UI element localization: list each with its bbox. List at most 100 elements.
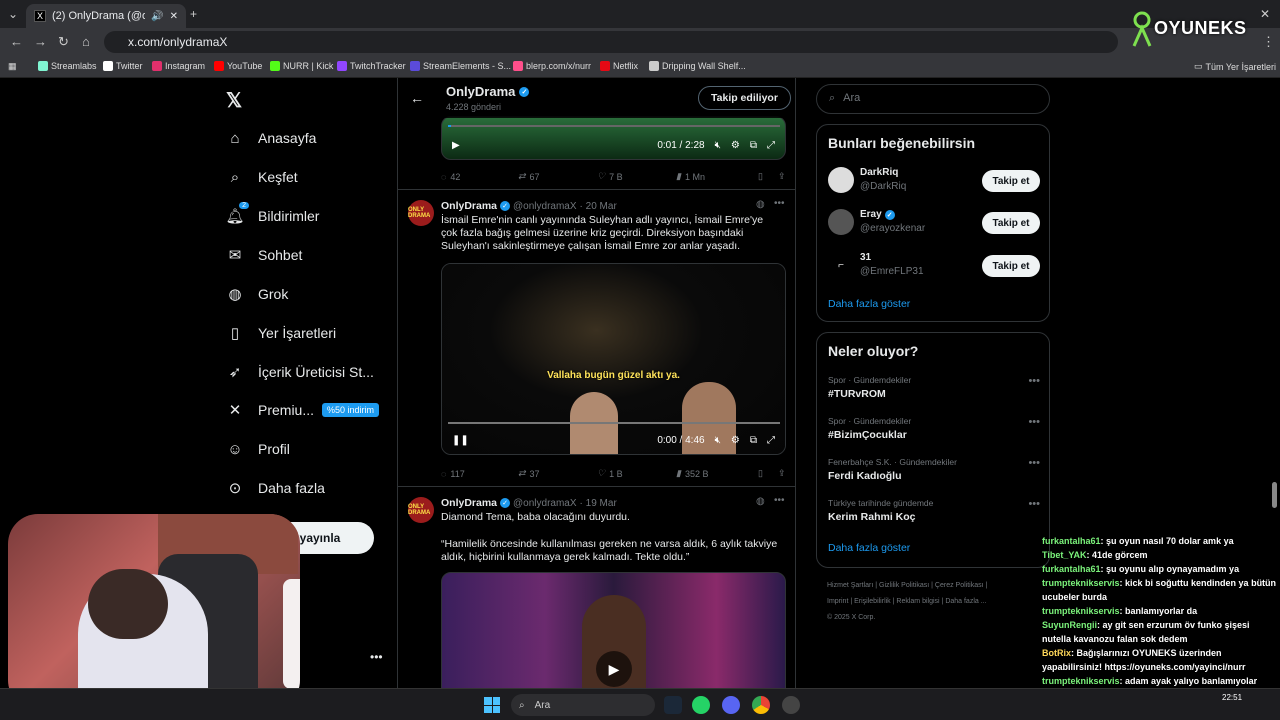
footer-link[interactable]: Imprint [827, 598, 848, 605]
trend-more-icon[interactable]: ••• [1028, 498, 1040, 510]
tab-search-icon[interactable]: ⌄ [8, 7, 18, 21]
pip-icon[interactable]: ⧉ [750, 435, 757, 446]
bookmark-wall-shelf[interactable]: Dripping Wall Shelf... [649, 61, 746, 71]
bookmark-twitchtracker[interactable]: TwitchTracker [337, 61, 406, 71]
obs-icon[interactable] [782, 696, 800, 714]
trend-item[interactable]: Türkiye tarihinde gündemde Kerim Rahmi K… [828, 498, 1040, 523]
nav-bookmarks[interactable]: ▯ Yer İşaretleri [226, 324, 336, 342]
reload-icon[interactable]: ↻ [58, 34, 69, 50]
x-logo-icon[interactable]: 𝕏 [226, 88, 242, 113]
video-progress-track[interactable] [448, 422, 780, 424]
bookmark-netflix[interactable]: Netflix [600, 61, 638, 71]
nav-messages[interactable]: ✉ Sohbet [226, 246, 303, 264]
video-progress-track[interactable] [448, 125, 780, 127]
reply-button[interactable]: ◌ 42 [441, 171, 518, 182]
avatar[interactable]: ONLY DRAMA [408, 497, 434, 523]
chrome-icon[interactable] [752, 696, 770, 714]
suggested-user[interactable]: DarkRiq @DarkRiq Takip et [828, 167, 1040, 197]
video-player[interactable]: Vallaha bugün güzel aktı ya. ❚❚ 0:00 / 4… [441, 263, 786, 455]
video-player[interactable]: ▶ 0:01 / 2:28 🔇︎ ⚙ ⧉ ⤢ [441, 116, 786, 160]
browser-tab[interactable]: X (2) OnlyDrama (@onlydram 🔊 ✕ [26, 4, 186, 28]
pause-icon[interactable]: ❚❚ [452, 435, 469, 446]
tweet-date[interactable]: · 20 Mar [580, 201, 617, 212]
bookmark-streamelements[interactable]: StreamElements - S... [410, 61, 511, 71]
suggested-user[interactable]: Eray ✓ @erayozkenar Takip et [828, 209, 1040, 239]
like-button[interactable]: ♡ 1 B [597, 468, 676, 479]
following-button[interactable]: Takip ediliyor [698, 86, 791, 110]
search-input[interactable]: ⌕ Ara [816, 84, 1050, 114]
nav-more[interactable]: ⊙ Daha fazla [226, 479, 325, 497]
repost-button[interactable]: ⇄ 37 [518, 468, 597, 479]
bookmark-tweet-icon[interactable]: ▯ [758, 171, 778, 182]
like-button[interactable]: ♡ 7 B [597, 171, 676, 182]
mute-icon[interactable]: 🔇︎ [715, 140, 721, 151]
fullscreen-icon[interactable]: ⤢ [767, 435, 775, 446]
account-more-icon[interactable]: ••• [370, 650, 383, 664]
follow-button[interactable]: Takip et [982, 170, 1040, 192]
bookmark-kick[interactable]: NURR | Kick [270, 61, 333, 71]
grok-tweet-icon[interactable]: ◍ [756, 496, 765, 507]
bookmark-instagram[interactable]: Instagram [152, 61, 205, 71]
steam-icon[interactable] [664, 696, 682, 714]
nav-creator-studio[interactable]: ➶ İçerik Üreticisi St... [226, 363, 374, 381]
share-icon[interactable]: ⇪ [778, 468, 786, 479]
avatar[interactable] [828, 167, 854, 193]
follow-button[interactable]: Takip et [982, 212, 1040, 234]
reply-button[interactable]: ◌ 117 [441, 468, 518, 479]
tweet-author[interactable]: OnlyDrama [441, 497, 497, 509]
trend-item[interactable]: Spor · Gündemdekiler #BizimÇocuklar ••• [828, 416, 1040, 441]
trend-more-icon[interactable]: ••• [1028, 457, 1040, 469]
bookmark-twitter[interactable]: Twitter [103, 61, 143, 71]
play-icon[interactable]: ▶ [452, 140, 460, 151]
trend-more-icon[interactable]: ••• [1028, 375, 1040, 387]
tweet-date[interactable]: · 19 Mar [580, 498, 617, 509]
tab-audio-icon[interactable]: 🔊 [151, 11, 163, 22]
bookmark-blerp[interactable]: blerp.com/x/nurr [513, 61, 591, 71]
back-icon[interactable]: ← [10, 34, 23, 49]
all-bookmarks[interactable]: ▭ Tüm Yer İşaretleri [1194, 61, 1276, 72]
suggested-user[interactable]: ⌐ 31 @EmreFLP31 Takip et [828, 252, 1040, 282]
bookmark-streamlabs[interactable]: Streamlabs [38, 61, 97, 71]
play-overlay-icon[interactable]: ▶ [596, 651, 632, 687]
nav-profile[interactable]: ☺ Profil [226, 440, 290, 458]
tweet-handle[interactable]: @onlydramaX [513, 498, 577, 509]
mute-icon[interactable]: 🔇︎ [715, 435, 721, 446]
footer-link[interactable]: Daha fazla ... [945, 598, 986, 605]
trend-more-icon[interactable]: ••• [1028, 416, 1040, 428]
tweet-more-icon[interactable]: ••• [774, 495, 785, 506]
tweet-more-icon[interactable]: ••• [774, 198, 785, 209]
nav-explore[interactable]: ⌕ Keşfet [226, 168, 298, 186]
whatsapp-icon[interactable] [692, 696, 710, 714]
pip-icon[interactable]: ⧉ [750, 140, 757, 151]
settings-icon[interactable]: ⚙ [731, 140, 740, 151]
url-input[interactable]: x.com/onlydramaX [104, 31, 1118, 53]
follow-button[interactable]: Takip et [982, 255, 1040, 277]
views-button[interactable]: ▮ 352 B [676, 468, 758, 479]
nav-home[interactable]: ⌂ Anasayfa [226, 129, 316, 147]
fullscreen-icon[interactable]: ⤢ [767, 140, 775, 151]
page-scrollbar[interactable] [1272, 482, 1277, 508]
tweet-author[interactable]: OnlyDrama [441, 200, 497, 212]
views-button[interactable]: ▮ 1 Mn [676, 171, 758, 182]
apps-grid-icon[interactable]: ▦ [8, 61, 17, 72]
avatar[interactable]: ONLY DRAMA [408, 200, 434, 226]
nav-premium[interactable]: ✕ Premiu... %50 indirim [226, 401, 380, 419]
share-icon[interactable]: ⇪ [778, 171, 786, 182]
footer-link[interactable]: Erişilebilirlik [854, 598, 891, 605]
discord-icon[interactable] [722, 696, 740, 714]
show-more-link[interactable]: Daha fazla göster [828, 542, 910, 554]
tweet[interactable]: ONLY DRAMA OnlyDrama ✓ @onlydramaX · 20 … [398, 190, 795, 487]
footer-link[interactable]: Hizmet Şartları [827, 582, 873, 589]
footer-link[interactable]: Gizlilik Politikası [879, 582, 929, 589]
avatar[interactable]: ⌐ [828, 252, 854, 278]
clock[interactable]: 22:51 [1222, 693, 1242, 702]
footer-link[interactable]: Reklam bilgisi [896, 598, 939, 605]
bookmark-youtube[interactable]: YouTube [214, 61, 262, 71]
show-more-link[interactable]: Daha fazla göster [828, 298, 910, 310]
avatar[interactable] [828, 209, 854, 235]
nav-notifications[interactable]: 🔔︎ 2 Bildirimler [225, 202, 319, 225]
forward-icon[interactable]: → [34, 34, 47, 49]
trend-item[interactable]: Spor · Gündemdekiler #TURvROM ••• [828, 375, 1040, 400]
nav-grok[interactable]: ◍ Grok [226, 285, 288, 303]
back-arrow-icon[interactable]: ← [410, 90, 424, 106]
